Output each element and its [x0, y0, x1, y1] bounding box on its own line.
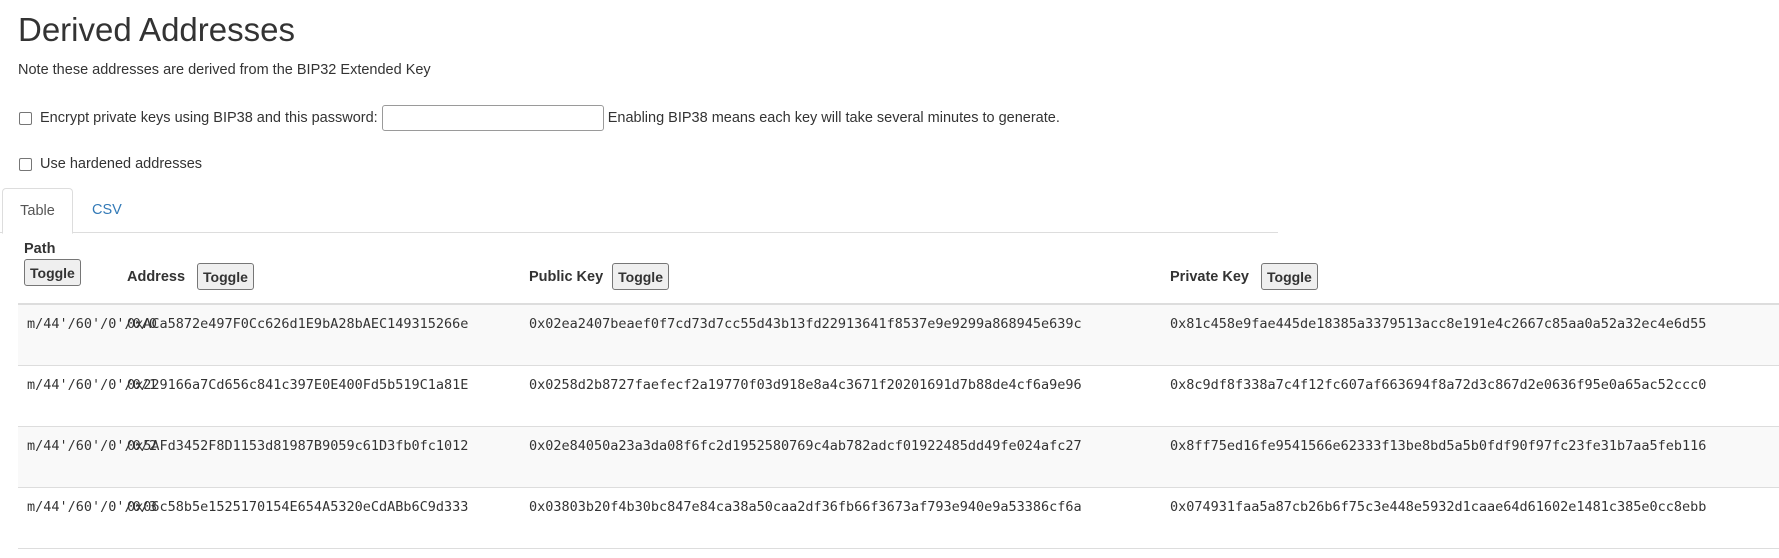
column-public-key: Public Key Toggle [529, 263, 669, 290]
column-path: Path Toggle [24, 239, 81, 286]
column-private-key-label: Private Key [1170, 268, 1249, 285]
column-public-key-label: Public Key [529, 268, 604, 285]
toggle-public-key-button[interactable]: Toggle [612, 263, 669, 290]
output-tabs: Table CSV [0, 188, 1278, 234]
hardened-label: Use hardened addresses [40, 156, 203, 172]
hardened-row: Use hardened addresses [18, 156, 202, 172]
toggle-address-button[interactable]: Toggle [197, 263, 254, 290]
tab-csv[interactable]: CSV [92, 188, 122, 233]
column-address-label: Address [127, 268, 186, 285]
table-row: m/44'/60'/0'/0/1 0x229166a7Cd656c841c397… [18, 366, 1779, 427]
row-path: m/44'/60'/0'/0/3 [27, 499, 158, 515]
row-public-key: 0x02e84050a23a3da08f6fc2d1952580769c4ab7… [529, 438, 1082, 454]
bip38-row: Encrypt private keys using BIP38 and thi… [18, 105, 1060, 131]
hardened-checkbox[interactable] [19, 157, 32, 171]
row-address: 0x06c58b5e1525170154E654A5320eCdABb6C9d3… [127, 499, 469, 515]
toggle-private-key-button[interactable]: Toggle [1261, 263, 1318, 290]
row-public-key: 0x0258d2b8727faefecf2a19770f03d918e8a4c3… [529, 377, 1082, 393]
toggle-path-button[interactable]: Toggle [24, 259, 81, 286]
row-address: 0xACa5872e497F0Cc626d1E9bA28bAEC14931526… [127, 316, 469, 332]
addresses-table-body: m/44'/60'/0'/0/0 0xACa5872e497F0Cc626d1E… [18, 305, 1779, 549]
row-private-key: 0x8ff75ed16fe9541566e62333f13be8bd5a5b0f… [1170, 438, 1707, 454]
column-address: Address Toggle [127, 263, 254, 290]
row-path: m/44'/60'/0'/0/1 [27, 377, 158, 393]
bip38-checkbox[interactable] [19, 111, 32, 125]
table-header: Path Toggle Address Toggle Public Key To… [18, 233, 1779, 305]
bip38-label: Encrypt private keys using BIP38 and thi… [40, 110, 378, 126]
row-private-key: 0x074931faa5a87cb26b6f75c3e448e5932d1caa… [1170, 499, 1707, 515]
bip38-password-input[interactable] [381, 105, 604, 131]
row-address: 0x229166a7Cd656c841c397E0E400Fd5b519C1a8… [127, 377, 469, 393]
column-private-key: Private Key Toggle [1170, 263, 1318, 290]
row-public-key: 0x02ea2407beaef0f7cd73d7cc55d43b13fd2291… [529, 316, 1082, 332]
table-row: m/44'/60'/0'/0/3 0x06c58b5e1525170154E65… [18, 488, 1779, 549]
table-row: m/44'/60'/0'/0/0 0xACa5872e497F0Cc626d1E… [18, 305, 1779, 366]
row-path: m/44'/60'/0'/0/2 [27, 438, 158, 454]
section-note: Note these addresses are derived from th… [18, 62, 431, 78]
table-row: m/44'/60'/0'/0/2 0x5AFd3452F8D1153d81987… [18, 427, 1779, 488]
tab-table[interactable]: Table [2, 188, 73, 234]
row-address: 0x5AFd3452F8D1153d81987B9059c61D3fb0fc10… [127, 438, 469, 454]
row-public-key: 0x03803b20f4b30bc847e84ca38a50caa2df36fb… [529, 499, 1082, 515]
column-path-label: Path [24, 241, 56, 257]
section-title: Derived Addresses [18, 11, 295, 48]
row-private-key: 0x8c9df8f338a7c4f12fc607af663694f8a72d3c… [1170, 377, 1707, 393]
row-path: m/44'/60'/0'/0/0 [27, 316, 158, 332]
row-private-key: 0x81c458e9fae445de18385a3379513acc8e191e… [1170, 316, 1707, 332]
bip38-hint: Enabling BIP38 means each key will take … [607, 110, 1060, 126]
